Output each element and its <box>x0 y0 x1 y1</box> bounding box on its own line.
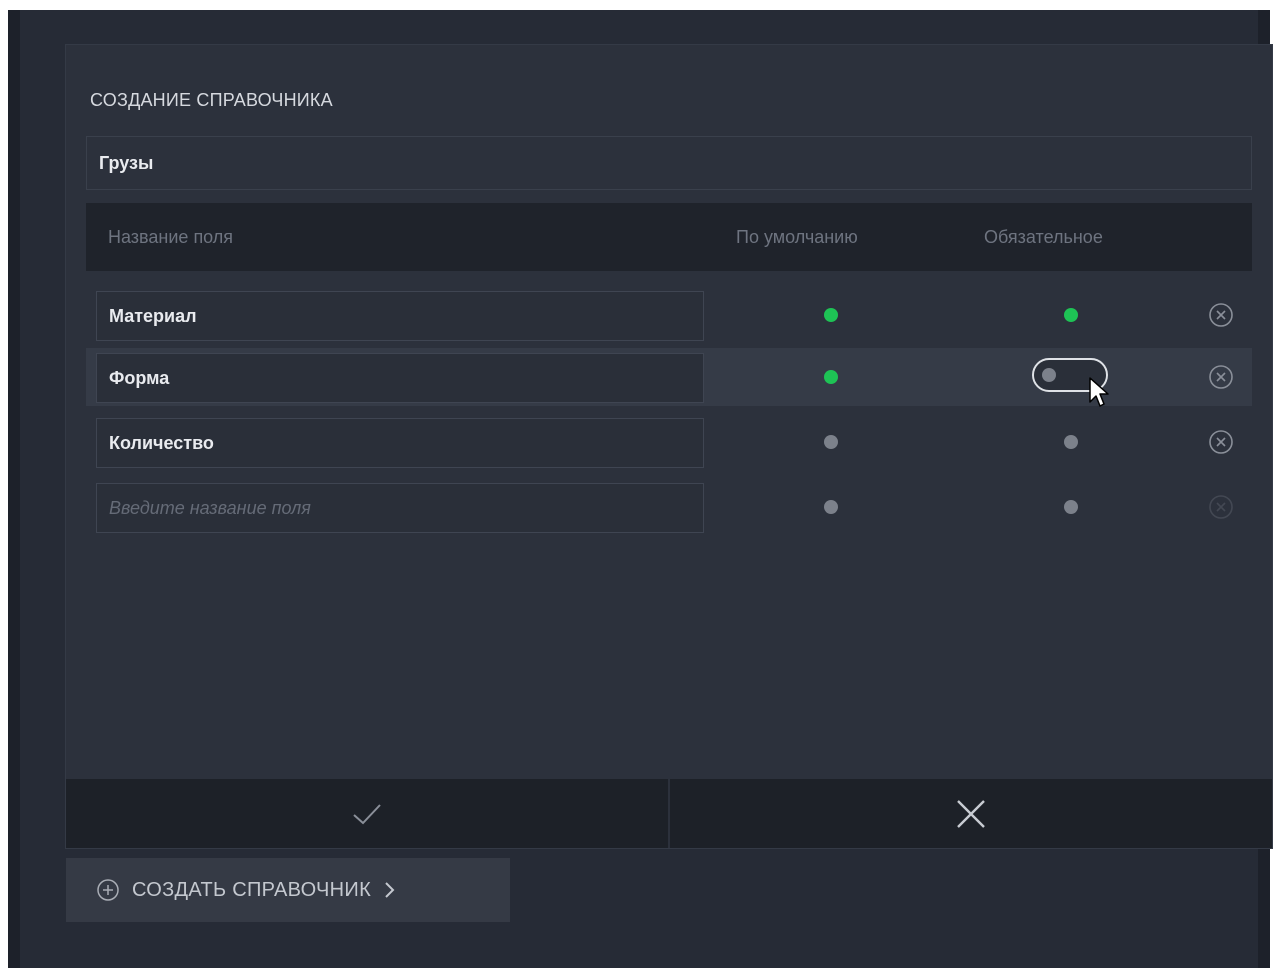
remove-circle-icon[interactable] <box>1206 362 1236 392</box>
default-indicator-off[interactable] <box>824 500 838 514</box>
cancel-button[interactable] <box>668 779 1272 848</box>
dialog-footer <box>66 779 1272 848</box>
confirm-button[interactable] <box>66 779 668 848</box>
remove-circle-icon[interactable] <box>1206 300 1236 330</box>
create-directory-button[interactable]: СОЗДАТЬ СПРАВОЧНИК <box>66 858 510 922</box>
close-icon <box>957 799 985 828</box>
toggle-knob <box>1042 368 1056 382</box>
create-directory-dialog: СОЗДАНИЕ СПРАВОЧНИКА Название поля По ум… <box>65 44 1273 849</box>
create-directory-label: СОЗДАТЬ СПРАВОЧНИК <box>132 878 372 901</box>
field-row-shape <box>86 348 1252 407</box>
field-name-input[interactable] <box>96 353 704 403</box>
remove-circle-icon[interactable] <box>1206 427 1236 457</box>
fields-table-header: Название поля По умолчанию Обязательное <box>86 203 1252 271</box>
default-indicator-on[interactable] <box>824 370 838 384</box>
remove-circle-icon[interactable] <box>1206 492 1236 522</box>
field-name-input[interactable] <box>96 291 704 341</box>
field-row-quantity <box>86 413 1252 471</box>
required-toggle-off[interactable] <box>1032 358 1108 392</box>
header-field-name: Название поля <box>108 227 234 247</box>
directory-name-input[interactable] <box>86 136 1252 190</box>
required-indicator-off[interactable] <box>1064 500 1078 514</box>
plus-circle-icon <box>97 879 119 901</box>
field-name-input[interactable] <box>96 418 704 468</box>
checkmark-icon <box>353 803 381 824</box>
header-default: По умолчанию <box>736 227 858 247</box>
header-required: Обязательное <box>984 227 1103 247</box>
chevron-right-icon <box>385 882 395 898</box>
required-indicator-on[interactable] <box>1064 308 1078 322</box>
dialog-title: СОЗДАНИЕ СПРАВОЧНИКА <box>90 90 333 110</box>
default-indicator-off[interactable] <box>824 435 838 449</box>
new-field-name-input[interactable] <box>96 483 704 533</box>
field-row-new <box>86 478 1252 536</box>
required-indicator-off[interactable] <box>1064 435 1078 449</box>
default-indicator-on[interactable] <box>824 308 838 322</box>
field-row-material <box>86 286 1252 344</box>
